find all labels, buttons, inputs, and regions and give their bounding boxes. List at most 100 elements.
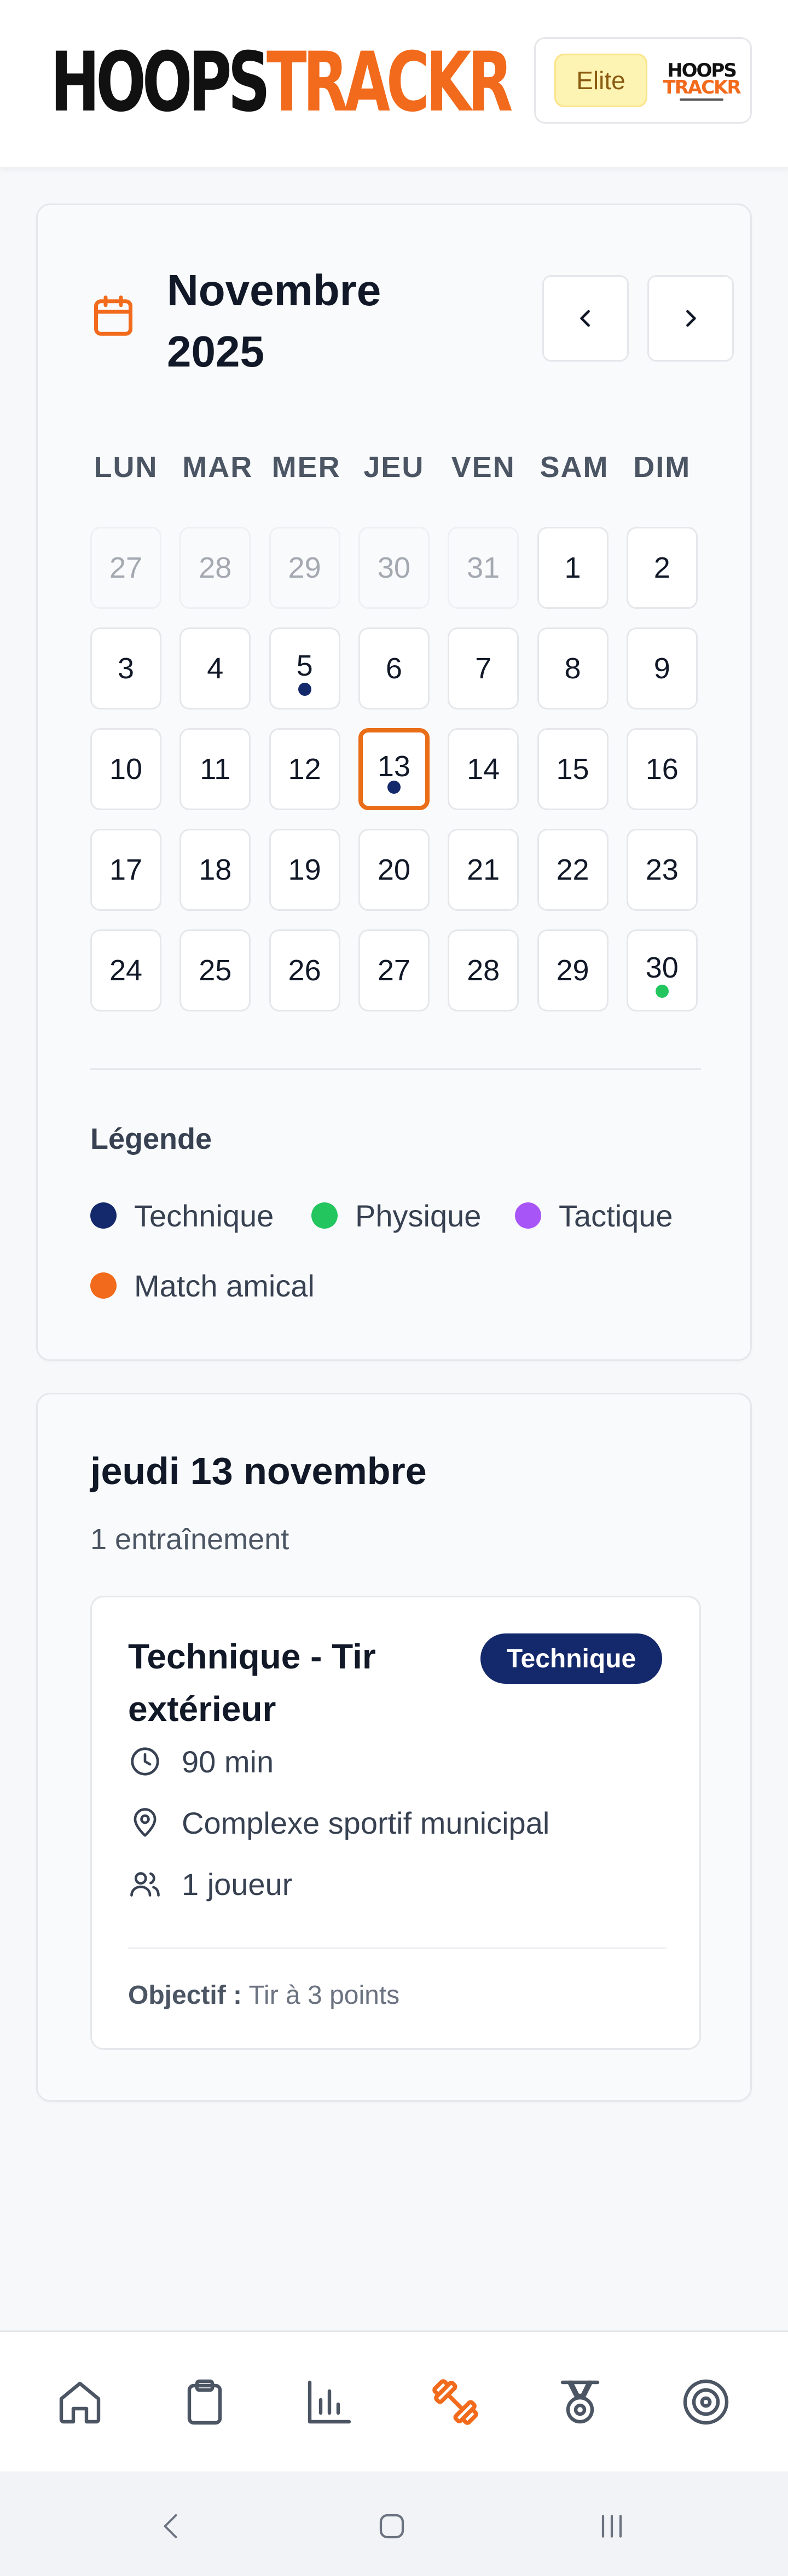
calendar-day[interactable]: 2 [626,527,698,609]
calendar-card: Novembre 2025 LUN MAR MER JEU VEN SAM DIM 27 28… [36,203,752,1361]
day-number: 20 [377,853,410,886]
weekday-label: JEU [363,451,425,484]
calendar-header: Novembre 2025 [90,260,734,380]
calendar-grid: 27 28 29 30 31 1 2 3 4 5 6 7 8 9 10 11 12 13 14 15 16 17 18 19 2… [90,527,701,1019]
system-home-button[interactable] [359,2499,425,2554]
avatar[interactable]: HOOPS TRACKR [663,46,741,117]
calendar-day[interactable]: 26 [269,929,340,1011]
day-number: 28 [467,954,500,987]
day-number: 29 [288,551,321,584]
calendar-day[interactable]: 17 [90,829,161,911]
session-card[interactable]: Technique - Tir extérieur Technique 90 m… [90,1596,701,2050]
day-number: 26 [288,954,321,987]
calendar-day[interactable]: 15 [537,728,609,810]
system-recents-button[interactable] [579,2499,645,2554]
nav-goals[interactable] [673,2369,739,2435]
weekday-label: LUN [94,451,158,484]
calendar-day[interactable]: 1 [537,527,609,609]
month-title: Novembre 2025 [167,266,381,376]
nav-training[interactable] [422,2369,488,2435]
nav-sessions[interactable] [172,2369,237,2435]
prev-month-button[interactable] [542,275,629,362]
calendar-day[interactable]: 12 [269,728,340,810]
calendar-day[interactable]: 31 [448,527,519,609]
session-players: 1 joueur [128,1862,292,1906]
avatar-line2: TRACKR [663,77,741,98]
chevron-left-icon [580,310,590,327]
weekday-header-row: LUN MAR MER JEU VEN SAM DIM [90,450,701,489]
calendar-day[interactable]: 28 [179,527,251,609]
session-title: Technique - Tir extérieur [128,1637,376,1729]
nav-achievements[interactable] [547,2369,613,2435]
calendar-day[interactable]: 25 [179,929,251,1011]
calendar-day[interactable]: 3 [90,627,161,710]
day-number: 30 [377,551,410,584]
calendar-day[interactable]: 22 [537,829,609,911]
weekday-label: MER [271,451,341,484]
day-number: 12 [288,753,321,786]
day-number: 19 [288,853,321,886]
calendar-day[interactable]: 28 [448,929,519,1011]
home-square-icon [379,2514,404,2539]
day-number: 16 [645,753,679,786]
calendar-day[interactable]: 4 [179,627,251,710]
account-box[interactable]: Elite HOOPS TRACKR [534,37,752,124]
objective-value: Tir à 3 points [248,1981,400,2010]
calendar-day[interactable]: 20 [358,829,430,911]
weekday-label: SAM [540,451,609,484]
calendar-day-selected[interactable]: 13 [358,728,430,810]
objective-label: Objectif : [128,1981,242,2010]
users-icon [130,1872,160,1897]
day-number: 8 [564,652,581,685]
day-number: 5 [296,649,313,682]
next-month-button[interactable] [647,275,734,362]
legend-item-physique: Physique [311,1196,481,1235]
calendar-day[interactable]: 19 [269,829,340,911]
calendar-day[interactable]: 18 [179,829,251,911]
dumbbell-icon [432,2379,478,2425]
calendar-day[interactable]: 29 [537,929,609,1011]
calendar-day[interactable]: 5 [269,627,340,710]
day-number: 25 [199,954,232,987]
calendar-day[interactable]: 21 [448,829,519,911]
day-number: 14 [467,753,500,786]
session-objective: Objectif : Tir à 3 points [128,1980,399,2010]
legend-dot [90,1202,117,1229]
calendar-day[interactable]: 16 [626,728,698,810]
system-navigation-bar [0,2472,788,2576]
day-number: 1 [564,551,581,584]
day-number: 22 [556,853,589,886]
calendar-day[interactable]: 14 [448,728,519,810]
session-count: 1 entraînement [90,1523,289,1556]
calendar-day[interactable]: 7 [448,627,519,710]
legend-label: Technique [134,1198,274,1233]
calendar-day[interactable]: 29 [269,527,340,609]
app-logo[interactable]: HOOPS TRACKR [50,36,513,129]
day-number: 30 [645,951,679,984]
legend-divider [90,1068,701,1070]
chevron-right-icon [686,310,696,327]
calendar-day[interactable]: 23 [626,829,698,911]
calendar-day[interactable]: 27 [90,527,161,609]
legend-title: Légende [90,1123,212,1155]
day-number: 27 [109,551,143,584]
nav-home[interactable] [47,2369,113,2435]
legend-item-tactique: Tactique [515,1196,673,1235]
calendar-day[interactable]: 6 [358,627,430,710]
calendar-day[interactable]: 9 [626,627,698,710]
nav-stats[interactable] [297,2369,362,2435]
calendar-day[interactable]: 30 [358,527,430,609]
day-number: 13 [377,750,410,783]
calendar-day[interactable]: 24 [90,929,161,1011]
day-number: 10 [109,753,143,786]
calendar-day[interactable]: 27 [358,929,430,1011]
calendar-day[interactable]: 30 [626,929,698,1011]
system-back-button[interactable] [139,2499,205,2554]
recents-icon [601,2515,622,2538]
calendar-day[interactable]: 8 [537,627,609,710]
weekday-label: VEN [451,451,515,484]
calendar-day[interactable]: 11 [179,728,251,810]
calendar-day[interactable]: 10 [90,728,161,810]
physique-event-dot [655,985,669,998]
technique-event-dot [387,781,401,794]
